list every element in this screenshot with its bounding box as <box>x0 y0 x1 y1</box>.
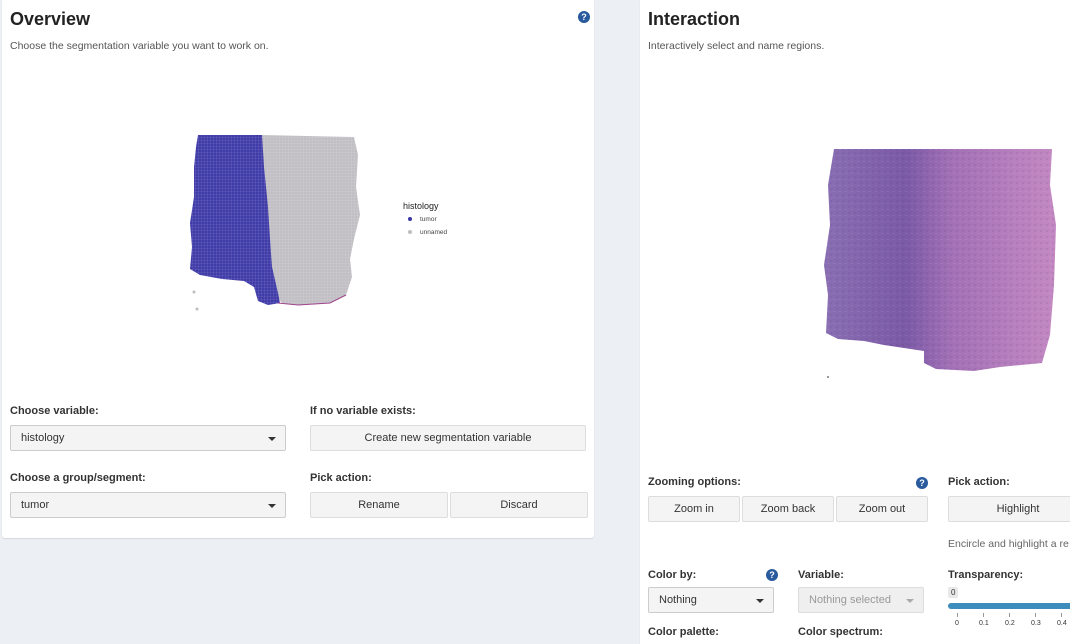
legend-item-tumor: tumor <box>420 216 437 223</box>
zooming-options-label: Zooming options: <box>648 476 741 488</box>
interaction-panel: Interaction Interactively select and nam… <box>640 0 1070 644</box>
question-icon[interactable]: ? <box>916 477 928 489</box>
zoom-out-button[interactable]: Zoom out <box>836 496 928 522</box>
transparency-label: Transparency: <box>948 569 1024 581</box>
highlight-hint: Encircle and highlight a re <box>948 538 1069 550</box>
variable-select[interactable]: Nothing selected <box>798 587 924 613</box>
color-spectrum-label: Color spectrum: <box>798 626 883 638</box>
color-palette-label: Color palette: <box>648 626 719 638</box>
create-variable-button[interactable]: Create new segmentation variable <box>310 425 586 451</box>
variable-label: Variable: <box>798 569 844 581</box>
choose-group-value: tumor <box>21 499 50 511</box>
question-icon[interactable]: ? <box>578 11 590 23</box>
chevron-down-icon <box>756 599 764 603</box>
choose-group-select[interactable]: tumor <box>10 492 286 518</box>
tick-label: 0.3 <box>1031 620 1041 627</box>
choose-variable-label: Choose variable: <box>10 405 99 417</box>
pick-action-label: Pick action: <box>310 472 372 484</box>
overview-title: Overview <box>10 9 91 29</box>
tick-label: 0.2 <box>1005 620 1015 627</box>
highlight-button[interactable]: Highlight <box>948 496 1070 522</box>
tick-label: 0.1 <box>979 620 989 627</box>
interaction-subtitle: Interactively select and name regions. <box>648 40 825 52</box>
legend-title: histology <box>403 201 439 211</box>
no-variable-label: If no variable exists: <box>310 405 416 417</box>
variable-value: Nothing selected <box>809 594 891 606</box>
discard-button[interactable]: Discard <box>450 492 588 518</box>
legend-dot-tumor <box>408 217 412 221</box>
overview-panel: Overview ? Choose the segmentation varia… <box>2 0 594 538</box>
question-icon[interactable]: ? <box>766 569 778 581</box>
chevron-down-icon <box>268 504 276 508</box>
zoom-back-button[interactable]: Zoom back <box>742 496 834 522</box>
tick-label: 0 <box>955 620 959 627</box>
histology-image[interactable] <box>824 145 1064 385</box>
transparency-value: 0 <box>948 587 959 598</box>
pick-action-label: Pick action: <box>948 476 1010 488</box>
color-by-label: Color by: <box>648 569 697 581</box>
chevron-down-icon <box>906 599 914 603</box>
legend-item-unnamed: unnamed <box>420 229 448 236</box>
choose-group-label: Choose a group/segment: <box>10 472 146 484</box>
choose-variable-value: histology <box>21 432 65 444</box>
color-by-select[interactable]: Nothing <box>648 587 774 613</box>
zoom-in-button[interactable]: Zoom in <box>648 496 740 522</box>
transparency-slider[interactable] <box>948 603 1070 609</box>
rename-button[interactable]: Rename <box>310 492 448 518</box>
overview-subtitle: Choose the segmentation variable you wan… <box>10 40 269 52</box>
color-by-value: Nothing <box>659 594 697 606</box>
chevron-down-icon <box>268 437 276 441</box>
legend-dot-unnamed <box>408 230 412 234</box>
interaction-title: Interaction <box>648 9 741 29</box>
segmentation-plot[interactable] <box>182 127 372 317</box>
tick-label: 0.4 <box>1057 620 1067 627</box>
choose-variable-select[interactable]: histology <box>10 425 286 451</box>
